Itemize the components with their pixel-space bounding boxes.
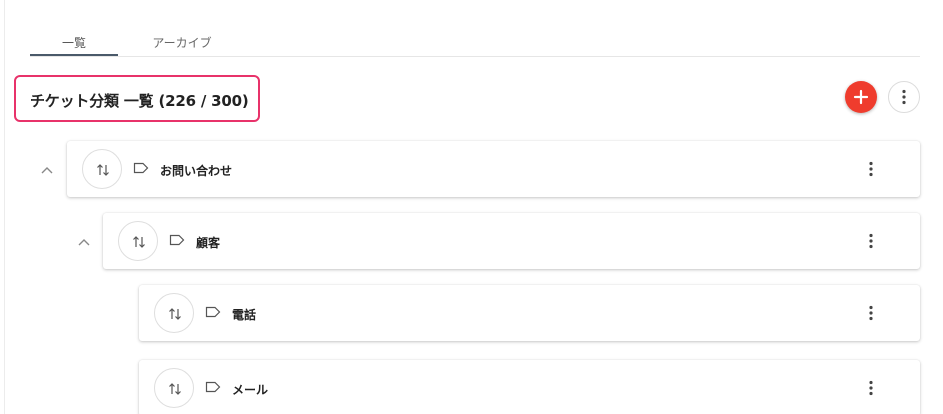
page-title: チケット分類 一覧 (226 / 300) xyxy=(30,92,249,110)
more-vertical-icon xyxy=(869,380,873,396)
tab-bar: 一覧 アーカイブ xyxy=(30,28,920,57)
sort-handle[interactable] xyxy=(82,149,122,189)
more-vertical-icon xyxy=(869,233,873,249)
tag-icon xyxy=(169,234,185,246)
tag-icon xyxy=(133,162,149,174)
tag-icon xyxy=(205,306,221,318)
tree-item-label: お問い合わせ xyxy=(160,164,233,178)
swap-vertical-icon xyxy=(97,164,109,176)
tree-item: 電話 xyxy=(139,285,920,341)
left-divider xyxy=(4,0,5,414)
swap-vertical-icon xyxy=(133,236,145,248)
chevron-up-icon xyxy=(78,239,90,246)
swap-vertical-icon xyxy=(169,383,181,395)
tree-item: 顧客 xyxy=(103,213,920,269)
tree-item-label: メール xyxy=(232,383,269,397)
plus-icon xyxy=(853,89,869,105)
sort-handle[interactable] xyxy=(154,293,194,333)
item-more-button[interactable] xyxy=(860,376,884,400)
tab-archive[interactable]: アーカイブ xyxy=(130,34,234,51)
tag-icon xyxy=(205,381,221,393)
sort-handle[interactable] xyxy=(154,368,194,408)
add-category-button[interactable] xyxy=(845,81,877,113)
tree-item: お問い合わせ xyxy=(67,141,920,197)
more-vertical-icon xyxy=(869,305,873,321)
collapse-toggle-customer[interactable] xyxy=(74,232,94,252)
item-more-button[interactable] xyxy=(860,229,884,253)
more-vertical-icon xyxy=(869,161,873,177)
item-more-button[interactable] xyxy=(860,301,884,325)
tree-item-label: 顧客 xyxy=(196,236,221,250)
collapse-toggle-inquiry[interactable] xyxy=(37,160,57,180)
chevron-up-icon xyxy=(41,167,53,174)
item-more-button[interactable] xyxy=(860,157,884,181)
active-tab-indicator xyxy=(30,54,118,56)
tree-item: メール xyxy=(139,360,920,414)
tab-list[interactable]: 一覧 xyxy=(30,34,118,51)
page-more-button[interactable] xyxy=(888,81,920,113)
tree-item-label: 電話 xyxy=(232,308,257,322)
more-vertical-icon xyxy=(902,89,906,105)
sort-handle[interactable] xyxy=(118,221,158,261)
swap-vertical-icon xyxy=(169,308,181,320)
